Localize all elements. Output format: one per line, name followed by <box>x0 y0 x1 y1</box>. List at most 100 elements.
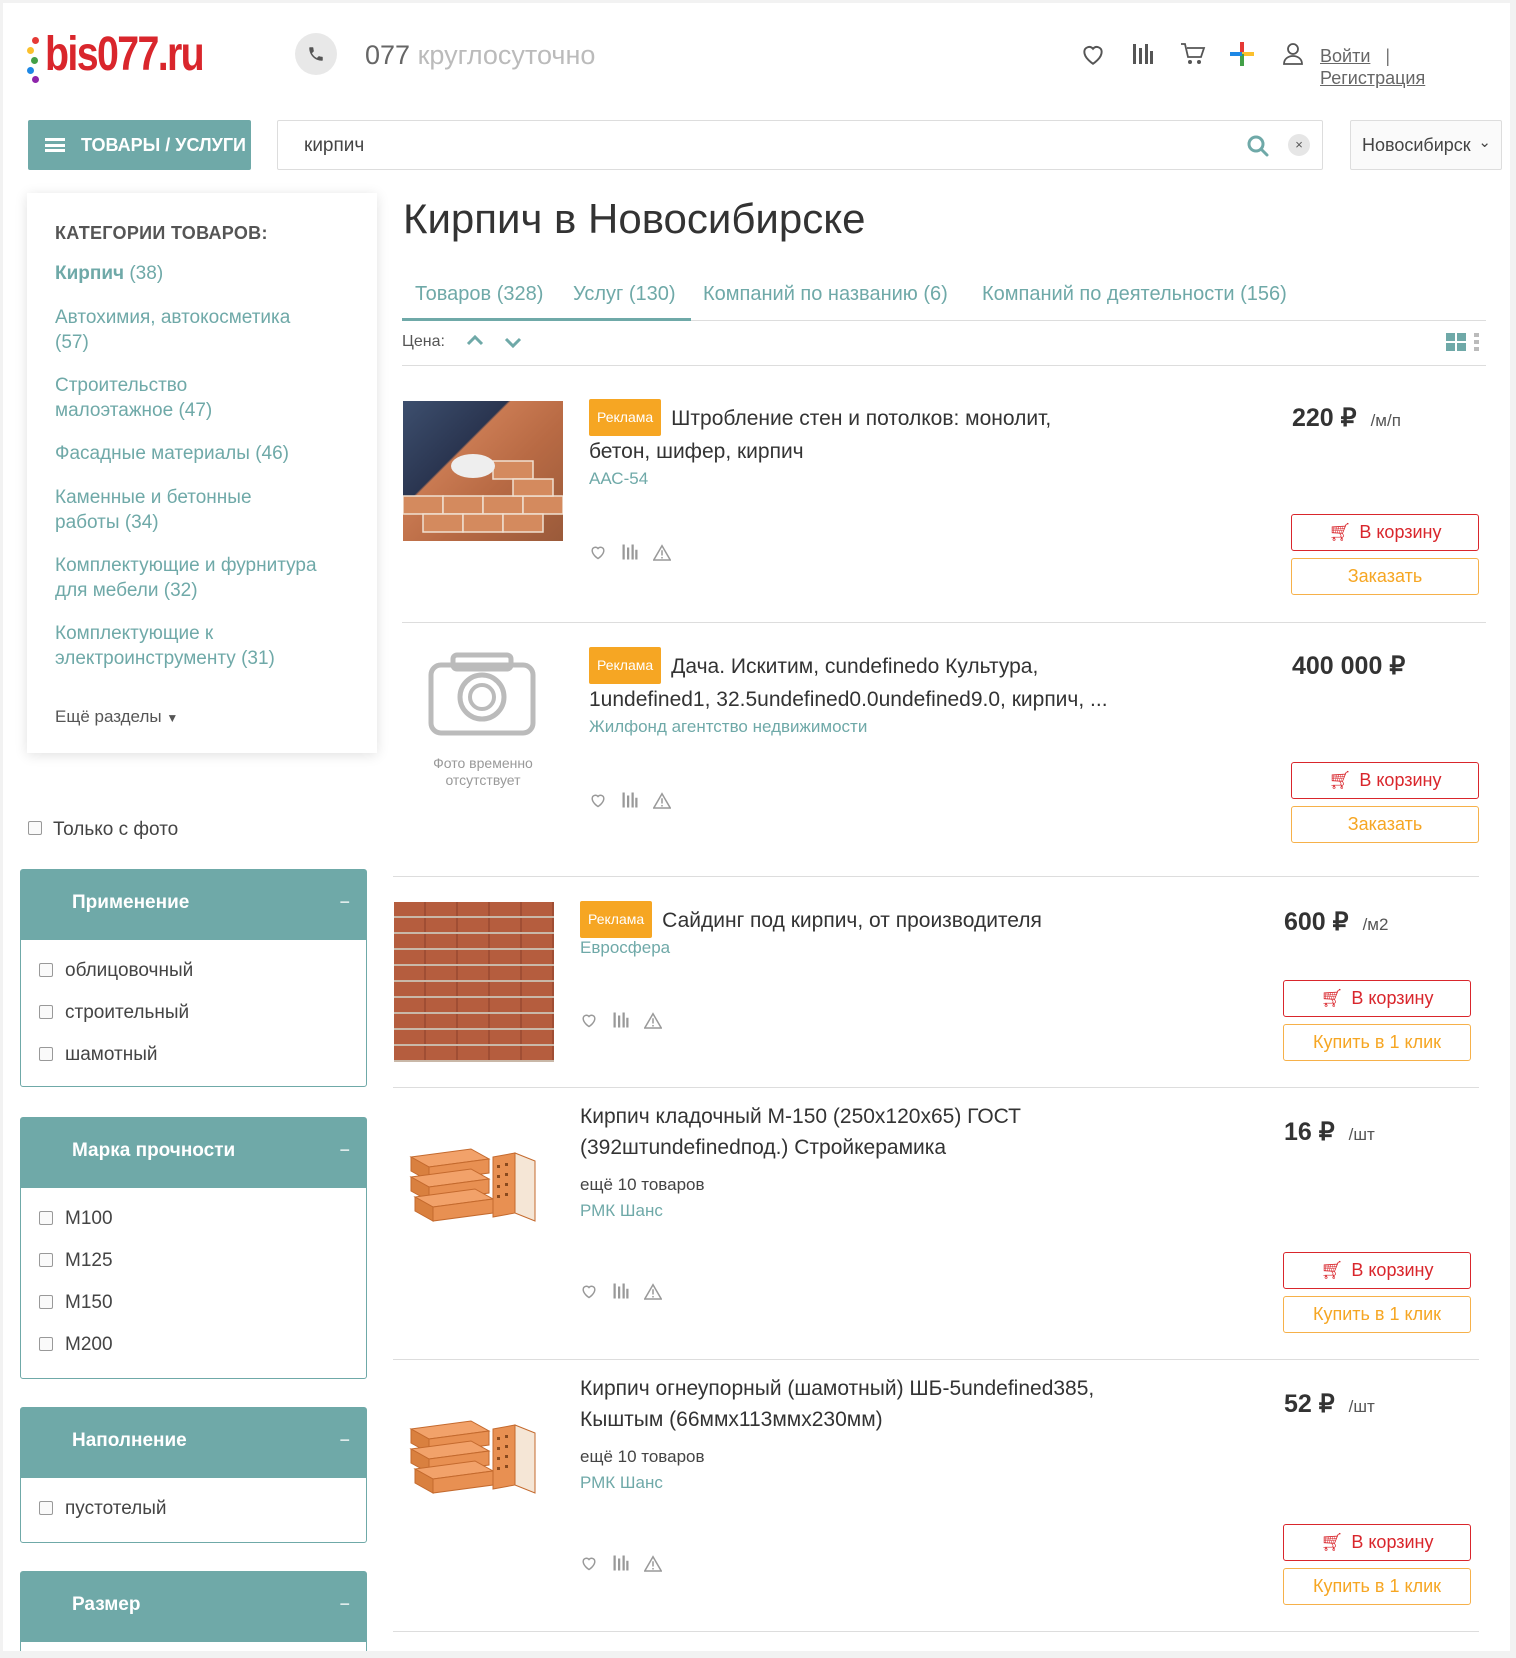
filter-checkbox[interactable] <box>39 1211 53 1225</box>
tab-companies-by-name[interactable]: Компаний по названию (6) <box>703 283 948 306</box>
product-image[interactable] <box>401 1399 549 1509</box>
clear-search-button[interactable]: × <box>1288 134 1310 156</box>
product-title[interactable]: Реклама Дача. Искитим, cundefinedo Культу… <box>589 647 1109 715</box>
register-link[interactable]: Регистрация <box>1320 68 1425 88</box>
filter-option[interactable]: M125 <box>21 1250 366 1292</box>
collapse-icon[interactable]: − <box>339 892 350 913</box>
item-actions <box>580 1011 662 1029</box>
filter-checkbox[interactable] <box>39 1253 53 1267</box>
search-icon[interactable] <box>1246 134 1270 163</box>
product-title[interactable]: Реклама Сайдинг под кирпич, от производит… <box>580 901 1100 938</box>
filter-option[interactable]: шамотный <box>21 1044 366 1086</box>
filter-checkbox[interactable] <box>39 1295 53 1309</box>
more-products-link[interactable]: ещё 10 товаров <box>580 1447 705 1467</box>
category-link[interactable]: Кирпич (38) <box>55 261 355 286</box>
collapse-icon[interactable]: − <box>339 1594 350 1615</box>
add-to-cart-button[interactable]: 🛒︎ В корзину <box>1291 762 1479 799</box>
tab-goods[interactable]: Товаров (328) <box>415 283 543 306</box>
report-icon[interactable] <box>644 1011 662 1029</box>
collapse-icon[interactable]: − <box>339 1430 350 1451</box>
more-products-link[interactable]: ещё 10 товаров <box>580 1175 705 1195</box>
city-select[interactable]: Новосибирск ⌄ <box>1350 120 1502 170</box>
order-button[interactable]: Заказать <box>1291 806 1479 843</box>
grid-view-icon[interactable] <box>1446 333 1480 356</box>
product-title[interactable]: Кирпич кладочный М-150 (250х120х65) ГОСТ… <box>580 1101 1100 1163</box>
add-to-cart-button[interactable]: 🛒︎ В корзину <box>1283 1252 1471 1289</box>
login-link[interactable]: Войти <box>1320 46 1370 66</box>
collapse-icon[interactable]: − <box>339 1140 350 1161</box>
category-link[interactable]: Автохимия, автокосметика (57) <box>55 305 315 355</box>
vendor-link[interactable]: Евросфера <box>580 938 670 958</box>
filter-checkbox[interactable] <box>39 1047 53 1061</box>
product-image[interactable] <box>401 1127 549 1237</box>
filter-option[interactable]: M200 <box>21 1334 366 1376</box>
compare-icon[interactable] <box>612 1554 630 1572</box>
report-icon[interactable] <box>653 543 671 561</box>
vendor-link[interactable]: РМК Шанс <box>580 1201 663 1221</box>
cart-icon[interactable] <box>1178 39 1208 69</box>
only-photo-checkbox[interactable] <box>28 821 42 835</box>
product-image[interactable] <box>394 902 554 1062</box>
category-link[interactable]: Комплектующие и фурнитура для мебели (32… <box>55 553 345 603</box>
filter-option[interactable]: облицовочный <box>21 960 366 1002</box>
filter-checkbox[interactable] <box>39 1501 53 1515</box>
category-link[interactable]: Фасадные материалы (46) <box>55 441 355 466</box>
product-title[interactable]: Кирпич огнеупорный (шамотный) ШБ-5undefi… <box>580 1373 1100 1435</box>
cart-label: В корзину <box>1359 770 1442 790</box>
add-ad-icon[interactable] <box>1227 39 1257 69</box>
sort-asc-icon[interactable] <box>466 333 484 352</box>
report-icon[interactable] <box>653 791 671 809</box>
report-icon[interactable] <box>644 1282 662 1300</box>
product-title[interactable]: Реклама Штробление стен и потолков: монол… <box>589 399 1109 467</box>
phone-icon[interactable] <box>295 33 337 75</box>
add-to-cart-button[interactable]: 🛒︎ В корзину <box>1283 1524 1471 1561</box>
report-icon[interactable] <box>644 1554 662 1572</box>
vendor-link[interactable]: Жилфонд агентство недвижимости <box>589 717 867 737</box>
category-link[interactable]: Каменные и бетонные работы (34) <box>55 485 285 535</box>
favorite-icon[interactable] <box>580 1012 598 1028</box>
sort-desc-icon[interactable] <box>504 336 522 355</box>
vendor-link[interactable]: ААС-54 <box>589 469 648 489</box>
filter-checkbox[interactable] <box>39 1005 53 1019</box>
filter-group-header[interactable]: Наполнение − <box>21 1408 366 1478</box>
favorite-icon[interactable] <box>580 1555 598 1571</box>
compare-icon[interactable] <box>612 1282 630 1300</box>
add-to-cart-button[interactable]: 🛒︎ В корзину <box>1283 980 1471 1017</box>
filter-group-header[interactable]: Размер − <box>21 1572 366 1642</box>
filter-checkbox[interactable] <box>39 963 53 977</box>
user-icon[interactable] <box>1278 39 1308 69</box>
tab-companies-by-activity[interactable]: Компаний по деятельности (156) <box>982 283 1287 306</box>
auth-separator: | <box>1385 46 1391 66</box>
tab-services[interactable]: Услуг (130) <box>573 283 676 306</box>
category-link[interactable]: Комплектующие к электроинструменту (31) <box>55 621 315 671</box>
filter-group-header[interactable]: Марка прочности − <box>21 1118 366 1188</box>
filter-option[interactable]: M150 <box>21 1292 366 1334</box>
site-logo[interactable]: bis077.ru <box>27 25 205 85</box>
divider <box>393 1631 1479 1632</box>
filter-option[interactable]: пустотелый <box>21 1498 366 1540</box>
favorites-icon[interactable] <box>1078 39 1108 69</box>
filter-option[interactable]: M100 <box>21 1208 366 1250</box>
product-image[interactable] <box>402 401 564 541</box>
add-to-cart-button[interactable]: 🛒︎ В корзину <box>1291 514 1479 551</box>
more-categories-link[interactable]: Ещё разделы ▼ <box>55 707 178 727</box>
favorite-icon[interactable] <box>589 792 607 808</box>
filter-checkbox[interactable] <box>39 1337 53 1351</box>
search-input[interactable]: кирпич × <box>277 120 1323 170</box>
favorite-icon[interactable] <box>580 1283 598 1299</box>
buy-one-click-button[interactable]: Купить в 1 клик <box>1283 1296 1471 1333</box>
compare-icon[interactable] <box>621 791 639 809</box>
vendor-link[interactable]: РМК Шанс <box>580 1473 663 1493</box>
filter-option[interactable]: строительный <box>21 1002 366 1044</box>
buy-one-click-button[interactable]: Купить в 1 клик <box>1283 1568 1471 1605</box>
compare-icon[interactable] <box>1128 39 1158 69</box>
favorite-icon[interactable] <box>589 544 607 560</box>
buy-one-click-button[interactable]: Купить в 1 клик <box>1283 1024 1471 1061</box>
order-button[interactable]: Заказать <box>1291 558 1479 595</box>
compare-icon[interactable] <box>621 543 639 561</box>
category-link[interactable]: Строительство малоэтажное (47) <box>55 373 255 423</box>
compare-icon[interactable] <box>612 1011 630 1029</box>
filter-option-label: M200 <box>65 1334 113 1355</box>
filter-group-header[interactable]: Применение − <box>21 870 366 940</box>
catalog-button[interactable]: ТОВАРЫ / УСЛУГИ <box>28 120 251 170</box>
